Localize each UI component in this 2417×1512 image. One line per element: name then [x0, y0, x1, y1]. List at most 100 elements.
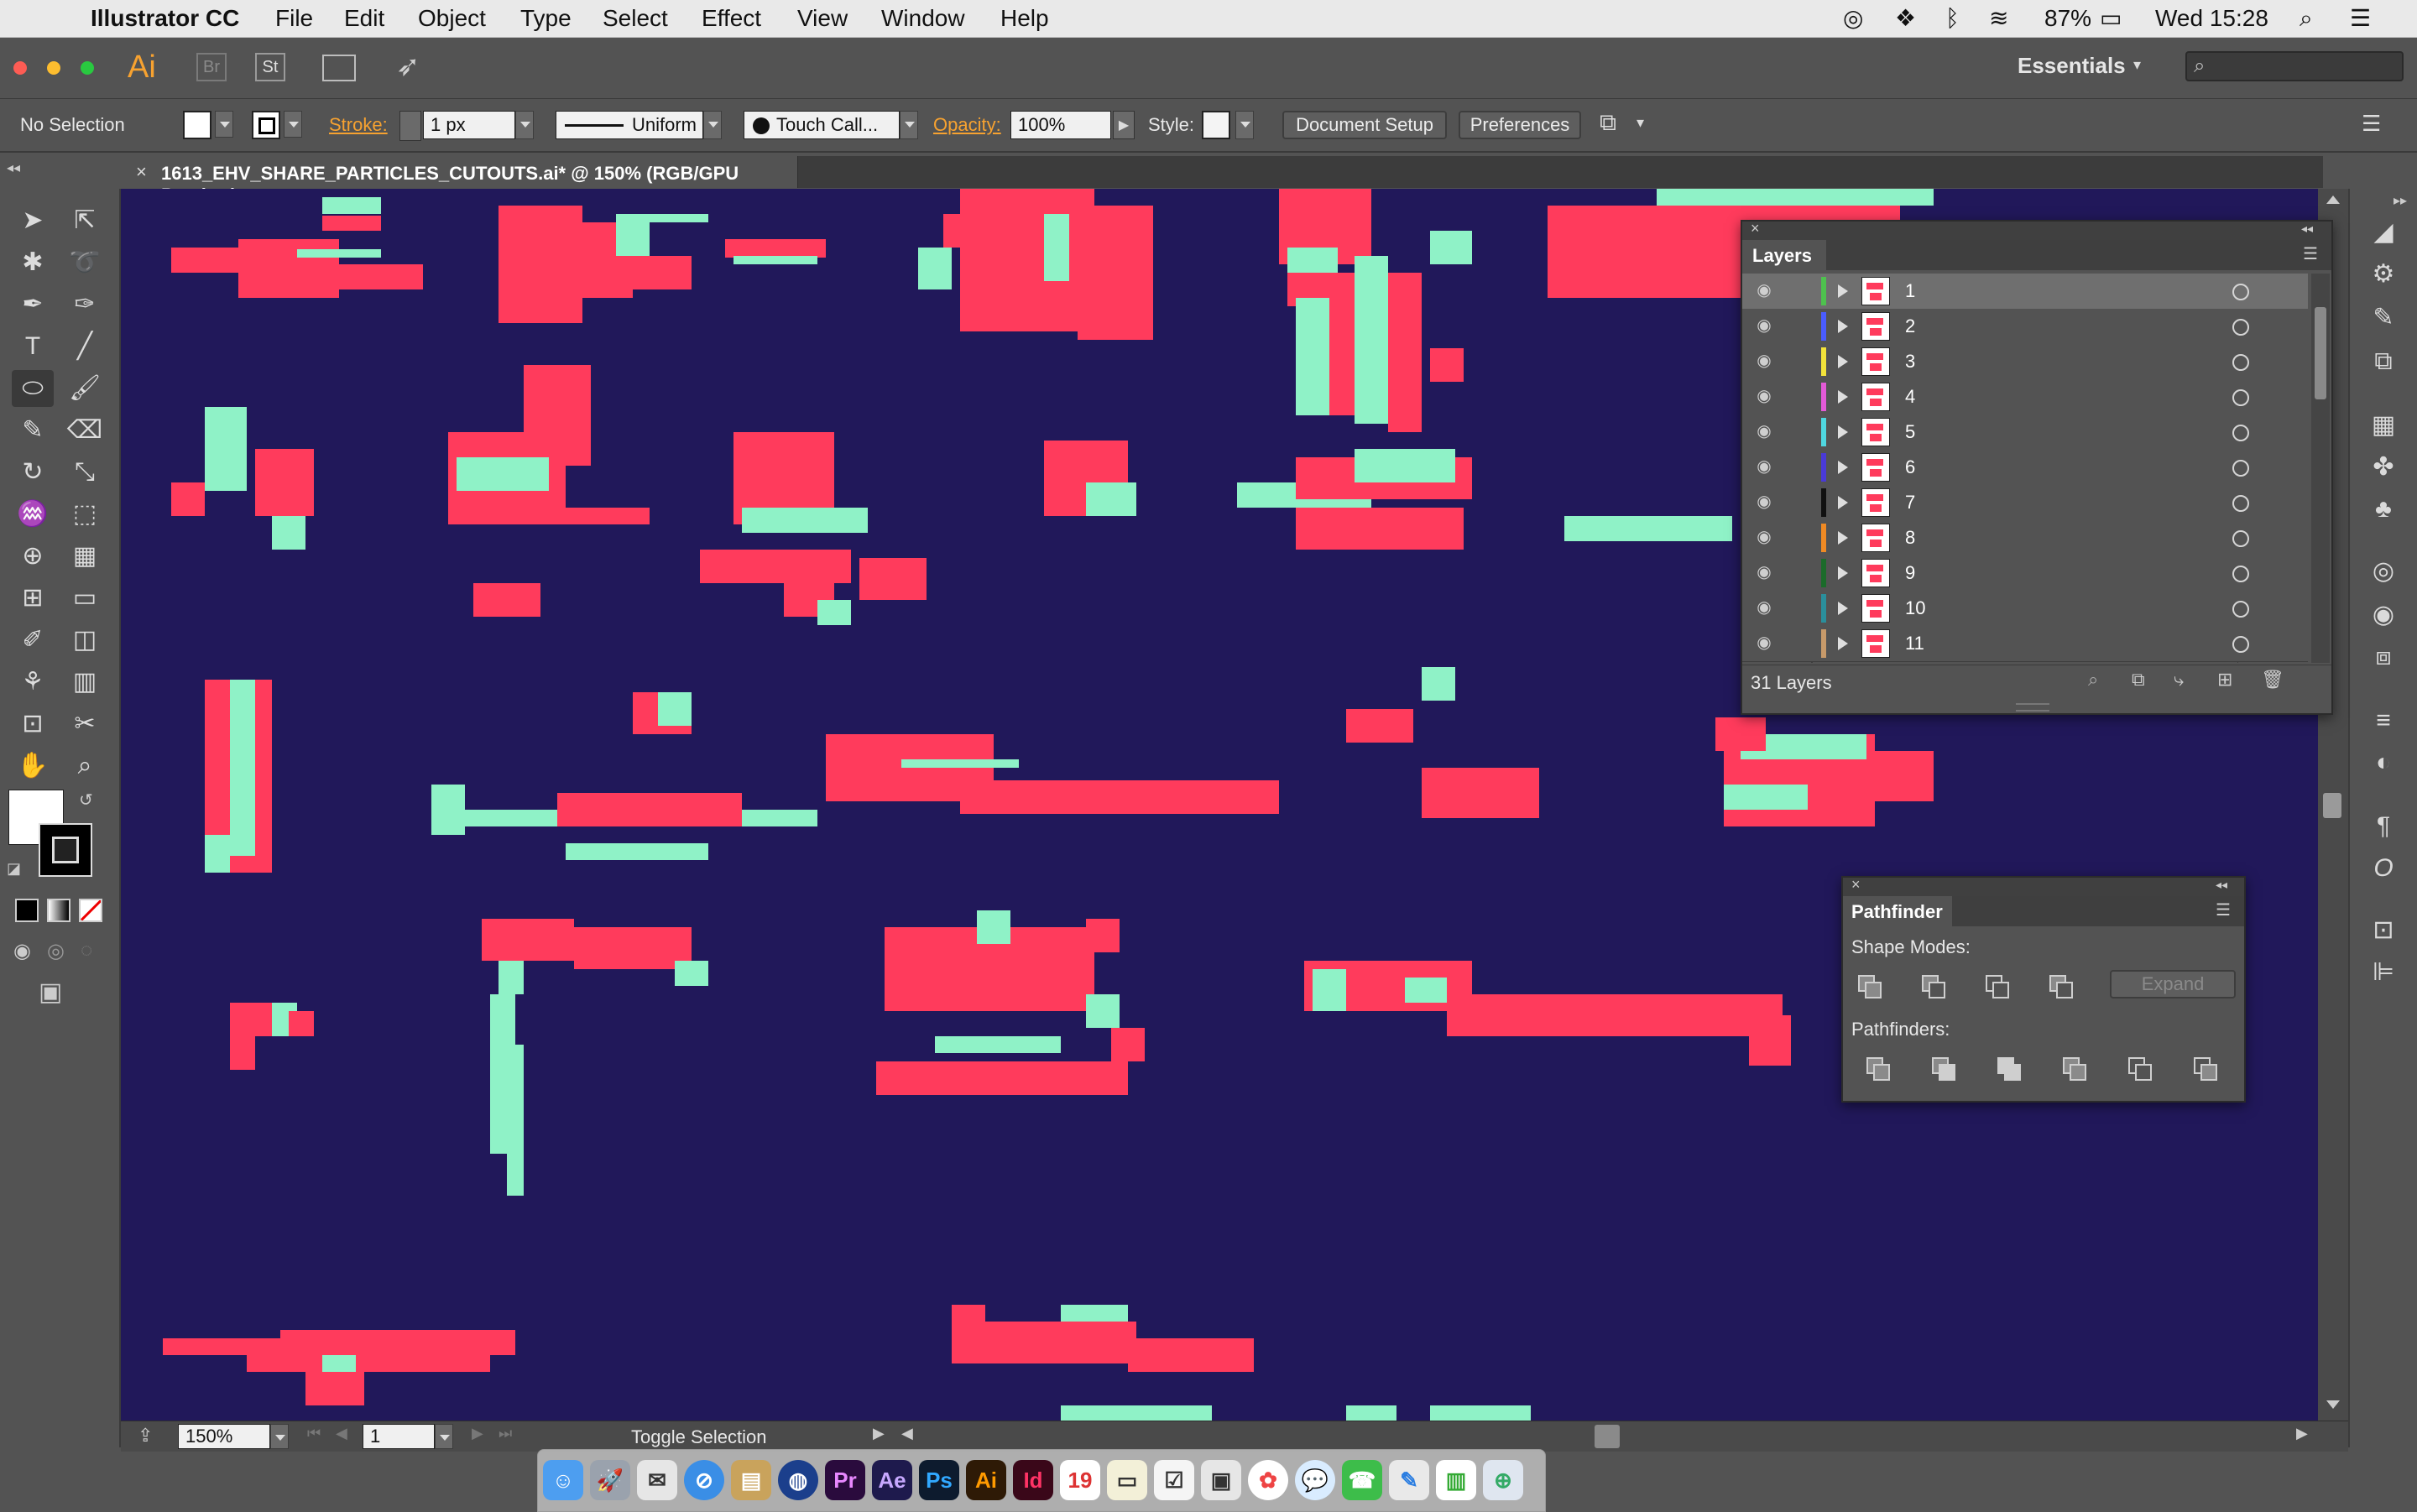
artwork-shape[interactable] [742, 508, 868, 533]
artwork-shape[interactable] [305, 1372, 364, 1405]
layer-row[interactable]: ◉ 5 [1742, 414, 2308, 451]
layer-row[interactable]: ◉ 10 [1742, 591, 2308, 627]
artwork-shape[interactable] [1447, 994, 1783, 1036]
selection-tool-icon[interactable]: ➤ [12, 202, 54, 239]
artwork-shape[interactable] [322, 216, 381, 231]
menu-select[interactable]: Select [603, 0, 668, 37]
target-circle-icon[interactable] [2232, 425, 2249, 441]
graphic-styles-icon[interactable]: ⧈ [2367, 640, 2400, 674]
premiere-icon[interactable]: Pr [825, 1460, 865, 1500]
locate-object-icon[interactable]: ⌕ [2088, 669, 2098, 691]
properties-icon[interactable]: ⚙ [2367, 258, 2400, 291]
artwork-shape[interactable] [171, 482, 205, 516]
artwork-shape[interactable] [1405, 978, 1447, 1003]
share-icon[interactable]: ⇪ [138, 1425, 153, 1447]
shaper-tool-icon[interactable]: ✎ [12, 412, 54, 449]
notes-icon[interactable]: ▤ [731, 1460, 771, 1500]
layer-row[interactable]: ◉ 9 [1742, 555, 2308, 592]
stroke-label[interactable]: Stroke: [329, 114, 388, 136]
bridge-button[interactable]: Br [196, 53, 227, 81]
expand-layer-icon[interactable] [1838, 461, 1848, 474]
target-circle-icon[interactable] [2232, 319, 2249, 336]
merge-button[interactable] [1994, 1054, 2024, 1081]
layer-row[interactable]: ◉ 8 [1742, 520, 2308, 556]
reminders-icon[interactable]: ☑ [1154, 1460, 1194, 1500]
expand-layer-icon[interactable] [1838, 355, 1848, 368]
artwork-shape[interactable] [985, 1322, 1136, 1363]
app-store-icon[interactable]: ⊕ [1483, 1460, 1523, 1500]
ellipse-tool-icon[interactable]: ⬭ [12, 370, 54, 407]
finder-icon[interactable]: ☺ [543, 1460, 583, 1500]
eraser-tool-icon[interactable]: ⌫ [64, 412, 106, 449]
variable-width-profile[interactable]: Uniform [556, 111, 703, 139]
chevron-down-icon[interactable]: ▾ [1637, 114, 1644, 132]
menu-window[interactable]: Window [881, 0, 965, 37]
zoom-tool-icon[interactable]: ⌕ [64, 748, 106, 785]
artwork-shape[interactable] [935, 1036, 1061, 1053]
stroke-color-box[interactable] [39, 823, 92, 877]
layer-name[interactable]: 9 [1905, 562, 1915, 584]
after-effects-icon[interactable]: Ae [872, 1460, 912, 1500]
artwork-shape[interactable] [1388, 281, 1422, 432]
artwork-shape[interactable] [272, 516, 305, 550]
none-mode-icon[interactable] [79, 899, 102, 922]
artwork-shape[interactable] [1061, 1405, 1212, 1421]
artwork-shape[interactable] [507, 1045, 524, 1196]
mail-icon[interactable]: ✉ [637, 1460, 677, 1500]
facetime-icon[interactable]: ☎ [1342, 1460, 1382, 1500]
stroke-swatch[interactable] [252, 111, 280, 139]
menu-type[interactable]: Type [520, 0, 572, 37]
opacity-label[interactable]: Opacity: [933, 114, 1001, 136]
target-circle-icon[interactable] [2232, 495, 2249, 512]
visibility-eye-icon[interactable]: ◉ [1754, 421, 1774, 441]
artwork-shape[interactable] [1128, 1338, 1254, 1372]
artwork-shape[interactable] [1430, 1405, 1531, 1421]
layer-name[interactable]: 11 [1905, 633, 1924, 654]
layers-panel-header[interactable]: × ◂◂ [1742, 220, 2331, 240]
menu-help[interactable]: Help [1000, 0, 1049, 37]
mesh-tool-icon[interactable]: ⊞ [12, 580, 54, 617]
status-menu-icon[interactable]: ▶ [873, 1425, 885, 1442]
visibility-eye-icon[interactable]: ◉ [1754, 386, 1774, 406]
panel-menu-icon[interactable]: ☰ [2216, 899, 2231, 920]
artwork-shape[interactable] [473, 583, 540, 617]
align-panel-icon[interactable]: ⊫ [2367, 956, 2400, 989]
stroke-weight-dropdown[interactable] [515, 111, 534, 139]
stroke-weight-input[interactable]: 1 px [423, 111, 515, 139]
layer-name[interactable]: 8 [1905, 527, 1915, 549]
artwork-shape[interactable] [557, 508, 650, 524]
layer-name[interactable]: 6 [1905, 456, 1915, 478]
artwork-shape[interactable] [1430, 231, 1472, 264]
target-circle-icon[interactable] [2232, 601, 2249, 618]
artwork-shape[interactable] [1086, 482, 1136, 516]
expand-layer-icon[interactable] [1838, 496, 1848, 509]
artwork-shape[interactable] [557, 793, 742, 826]
appearance-icon[interactable]: ◉ [2367, 598, 2400, 632]
opentype-icon[interactable]: O [2367, 852, 2400, 885]
zoom-level-input[interactable]: 150% [178, 1424, 270, 1449]
scale-tool-icon[interactable]: ⤡ [64, 454, 106, 491]
minus-front-button[interactable] [1918, 972, 1949, 998]
artwork-shape[interactable] [1313, 969, 1346, 1011]
layers-scroll-thumb[interactable] [2315, 307, 2326, 399]
artwork-shape[interactable] [1329, 306, 1355, 415]
preferences-button[interactable]: Preferences [1459, 111, 1581, 139]
layer-row[interactable]: ◉ 7 [1742, 485, 2308, 521]
menu-file[interactable]: File [275, 0, 313, 37]
dropbox-icon[interactable]: ❖ [1895, 0, 1916, 37]
blend-tool-icon[interactable]: ◫ [64, 622, 106, 659]
curvature-tool-icon[interactable]: ✑ [64, 286, 106, 323]
layer-row[interactable]: ◉ 1 [1742, 274, 2308, 310]
layer-row[interactable]: ◉ 4 [1742, 379, 2308, 415]
gradient-mode-icon[interactable] [47, 899, 70, 922]
artboards-icon[interactable]: ⧉ [2367, 345, 2400, 378]
color-guide-icon[interactable]: ◢ [2367, 216, 2400, 249]
artwork-shape[interactable] [331, 264, 423, 289]
gpu-performance-icon[interactable]: ➶ [396, 50, 420, 83]
swap-fill-stroke-icon[interactable]: ↺ [79, 790, 93, 811]
artwork-shape[interactable] [1422, 667, 1455, 701]
expand-layer-icon[interactable] [1838, 320, 1848, 333]
artwork-shape[interactable] [574, 927, 692, 969]
artwork-shape[interactable] [1086, 994, 1120, 1028]
draw-behind-icon[interactable]: ◎ [47, 939, 65, 963]
